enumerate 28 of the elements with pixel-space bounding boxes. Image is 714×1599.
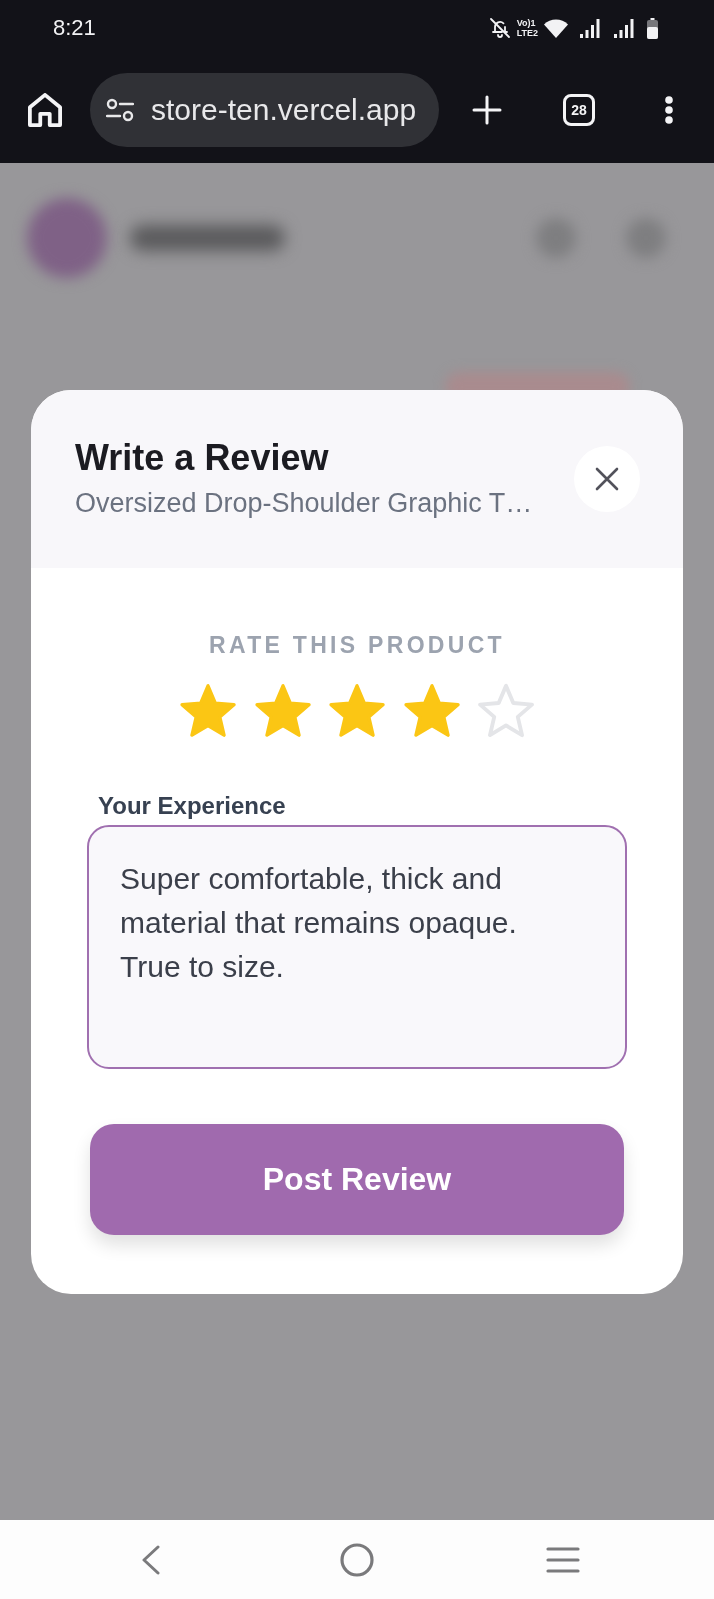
more-menu-icon[interactable] — [665, 95, 673, 124]
star-icon[interactable] — [180, 683, 236, 738]
star-icon[interactable] — [254, 683, 311, 738]
recent-apps-icon[interactable] — [546, 1546, 580, 1573]
star-icon[interactable] — [478, 683, 534, 738]
network-label: LTE2 — [516, 28, 538, 38]
post-review-button[interactable]: Post Review — [90, 1124, 624, 1235]
address-bar[interactable]: store-ten.vercel.app — [90, 72, 439, 147]
tab-count-button[interactable]: 28 — [563, 93, 595, 126]
field-label: Your Experience — [97, 791, 287, 821]
battery-icon — [647, 17, 658, 39]
bell-off-icon — [488, 17, 511, 39]
rating-label: RATE THIS PRODUCT — [209, 631, 505, 660]
signal-icon — [614, 18, 634, 38]
star-rating[interactable] — [180, 683, 534, 738]
back-icon[interactable] — [142, 1544, 160, 1575]
close-icon — [595, 466, 619, 491]
status-time: 8:21 — [53, 15, 96, 41]
star-icon[interactable] — [329, 683, 385, 738]
site-settings-icon[interactable] — [106, 97, 134, 122]
review-text-field[interactable]: Super comfortable, thick and material that remains opaque. True to size. — [87, 825, 627, 1069]
star-icon[interactable] — [403, 683, 460, 738]
wifi-icon — [544, 18, 568, 38]
network-label: Vo)1 — [516, 18, 536, 28]
new-tab-icon[interactable] — [472, 94, 502, 125]
signal-icon — [580, 18, 600, 38]
dialog-title: Write a Review — [75, 437, 330, 479]
product-name: Oversized Drop-Shoulder Graphic T… — [75, 487, 533, 520]
